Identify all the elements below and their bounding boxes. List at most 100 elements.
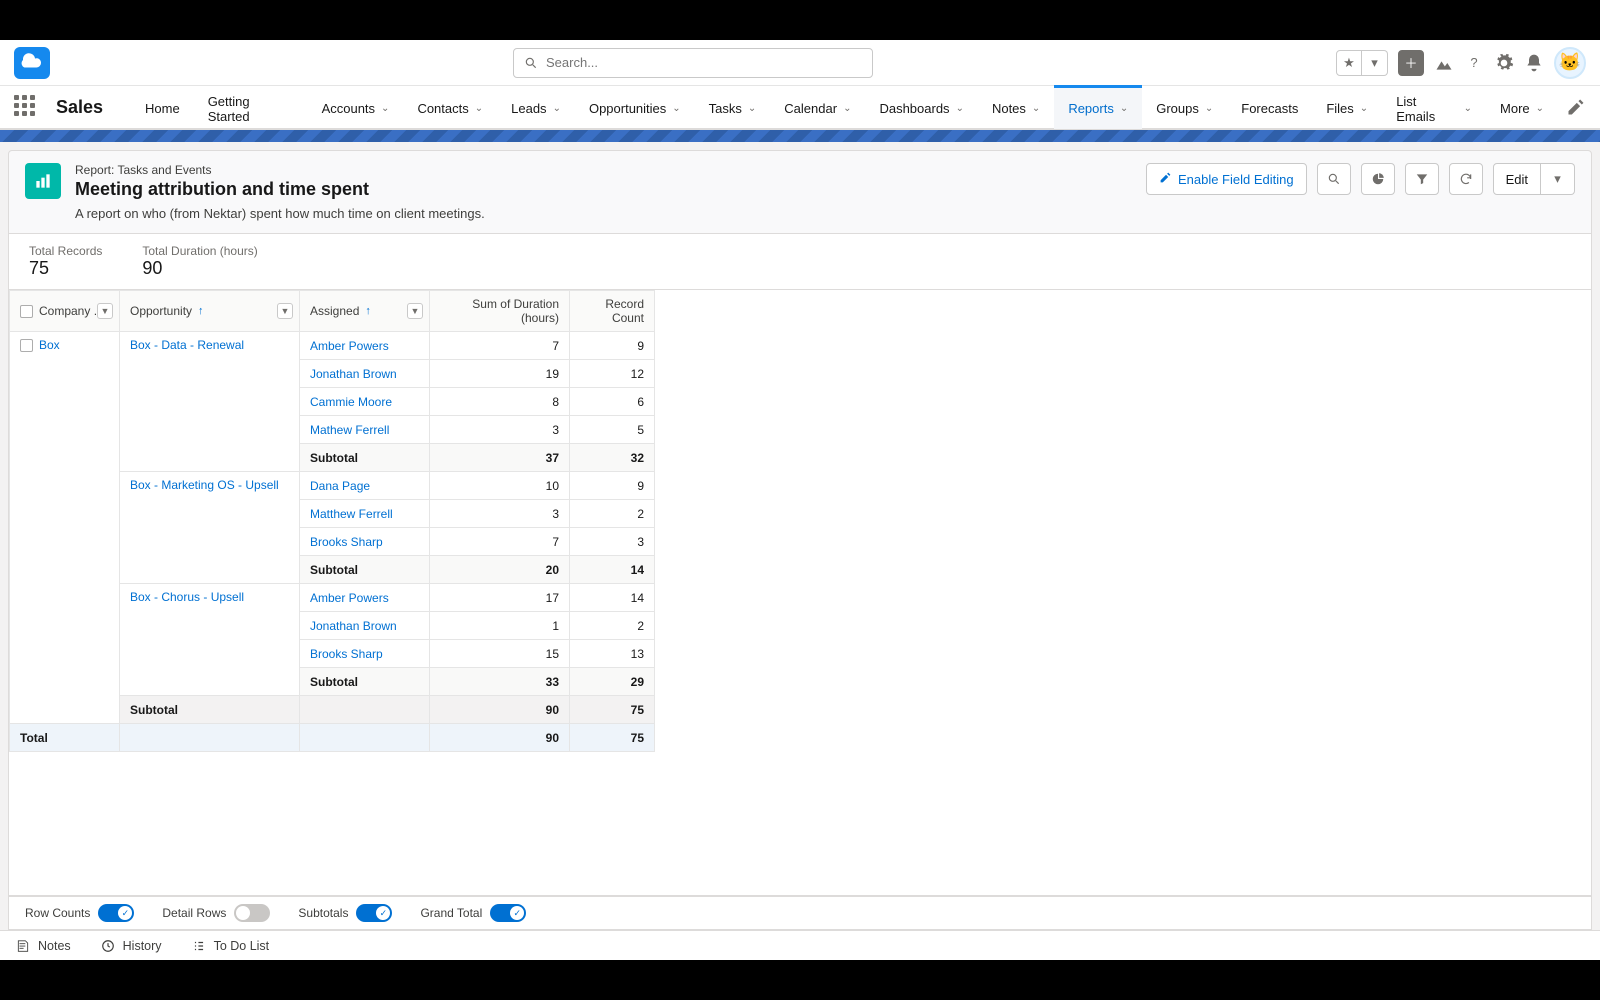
- select-all-checkbox[interactable]: [20, 305, 33, 318]
- setup-gear-icon[interactable]: [1494, 53, 1514, 73]
- nav-item-label: Tasks: [709, 101, 742, 116]
- cell[interactable]: Brooks Sharp: [300, 640, 430, 668]
- global-add-icon[interactable]: ＋: [1398, 50, 1424, 76]
- cell[interactable]: Jonathan Brown: [300, 360, 430, 388]
- opportunity-link[interactable]: Box - Chorus - Upsell: [130, 590, 244, 604]
- chevron-down-icon: ⌄: [1360, 103, 1368, 114]
- column-assigned[interactable]: Assigned ↑ ▼: [300, 291, 430, 332]
- edit-dropdown-button[interactable]: ▾: [1541, 163, 1575, 195]
- column-record-count[interactable]: Record Count: [570, 291, 655, 332]
- opportunity-cell: Box - Data - Renewal: [120, 332, 300, 472]
- company-link[interactable]: Box: [39, 338, 60, 352]
- summary-bar: Total Records 75 Total Duration (hours) …: [8, 234, 1592, 290]
- nav-item-label: List Emails: [1396, 94, 1457, 124]
- chart-toggle-button[interactable]: [1361, 163, 1395, 195]
- nav-item-accounts[interactable]: Accounts⌄: [308, 85, 404, 129]
- favorite-dropdown-icon[interactable]: ▾: [1362, 50, 1388, 76]
- cell[interactable]: Amber Powers: [300, 332, 430, 360]
- subtotals-toggle[interactable]: ✓: [356, 904, 392, 922]
- search-input[interactable]: [546, 55, 862, 70]
- cell[interactable]: Dana Page: [300, 472, 430, 500]
- enable-field-editing-button[interactable]: Enable Field Editing: [1146, 163, 1307, 195]
- nav-item-dashboards[interactable]: Dashboards⌄: [865, 85, 978, 129]
- record-link[interactable]: Jonathan Brown: [310, 619, 397, 633]
- edit-button[interactable]: Edit: [1493, 163, 1541, 195]
- record-link[interactable]: Matthew Ferrell: [310, 507, 393, 521]
- nav-item-calendar[interactable]: Calendar⌄: [770, 85, 865, 129]
- record-link[interactable]: Mathew Ferrell: [310, 423, 389, 437]
- total-records-value: 75: [29, 258, 102, 279]
- nav-item-leads[interactable]: Leads⌄: [497, 85, 575, 129]
- filter-button[interactable]: [1405, 163, 1439, 195]
- nav-item-contacts[interactable]: Contacts⌄: [403, 85, 497, 129]
- record-link[interactable]: Cammie Moore: [310, 395, 392, 409]
- nav-item-reports[interactable]: Reports⌄: [1054, 85, 1142, 129]
- app-launcher-icon[interactable]: [14, 95, 38, 119]
- record-link[interactable]: Dana Page: [310, 479, 370, 493]
- column-company-label: Company ...: [39, 304, 104, 318]
- chevron-down-icon: ⌄: [1032, 103, 1040, 114]
- salesforce-logo-icon[interactable]: [14, 47, 50, 79]
- row-checkbox[interactable]: [20, 339, 33, 352]
- cell[interactable]: Mathew Ferrell: [300, 416, 430, 444]
- column-assigned-menu-icon[interactable]: ▼: [407, 303, 423, 319]
- opportunity-link[interactable]: Box - Marketing OS - Upsell: [130, 478, 279, 492]
- refresh-button[interactable]: [1449, 163, 1483, 195]
- search-report-button[interactable]: [1317, 163, 1351, 195]
- column-company[interactable]: Company ... ▼: [10, 291, 120, 332]
- cell: 8: [430, 388, 570, 416]
- record-link[interactable]: Brooks Sharp: [310, 647, 383, 661]
- edit-nav-pencil-icon[interactable]: [1566, 97, 1586, 117]
- record-link[interactable]: Jonathan Brown: [310, 367, 397, 381]
- cell[interactable]: Amber Powers: [300, 584, 430, 612]
- grand-total-toggle[interactable]: ✓: [490, 904, 526, 922]
- user-avatar[interactable]: 🐱: [1554, 47, 1586, 79]
- favorite-star-icon[interactable]: ★: [1336, 50, 1362, 76]
- column-opportunity-label: Opportunity: [130, 304, 192, 318]
- global-header: ★ ▾ ＋ ? 🐱: [0, 40, 1600, 86]
- nav-item-forecasts[interactable]: Forecasts: [1227, 85, 1312, 129]
- sort-asc-icon: ↑: [198, 305, 204, 317]
- toggle-row-counts: Row Counts ✓: [25, 904, 134, 922]
- nav-item-label: Notes: [992, 101, 1026, 116]
- column-duration[interactable]: Sum of Duration (hours): [430, 291, 570, 332]
- grand-total-row: Total9075: [10, 724, 655, 752]
- nav-item-home[interactable]: Home: [131, 85, 194, 129]
- letterbox-top: [0, 0, 1600, 40]
- detail-rows-toggle[interactable]: [234, 904, 270, 922]
- nav-item-files[interactable]: Files⌄: [1312, 85, 1382, 129]
- nav-item-tasks[interactable]: Tasks⌄: [695, 85, 771, 129]
- column-company-menu-icon[interactable]: ▼: [97, 303, 113, 319]
- cell[interactable]: Brooks Sharp: [300, 528, 430, 556]
- utility-history[interactable]: History: [101, 939, 162, 953]
- report-type-icon: [25, 163, 61, 199]
- nav-item-getting-started[interactable]: Getting Started: [194, 85, 308, 129]
- row-counts-toggle[interactable]: ✓: [98, 904, 134, 922]
- letterbox-bottom: [0, 960, 1600, 1000]
- enable-field-editing-label: Enable Field Editing: [1178, 172, 1294, 187]
- cell: 17: [430, 584, 570, 612]
- cell[interactable]: Matthew Ferrell: [300, 500, 430, 528]
- nav-item-groups[interactable]: Groups⌄: [1142, 85, 1227, 129]
- global-search[interactable]: [513, 48, 873, 78]
- record-link[interactable]: Amber Powers: [310, 339, 389, 353]
- column-opportunity-menu-icon[interactable]: ▼: [277, 303, 293, 319]
- opportunity-link[interactable]: Box - Data - Renewal: [130, 338, 244, 352]
- record-link[interactable]: Brooks Sharp: [310, 535, 383, 549]
- nav-item-label: Home: [145, 101, 180, 116]
- utility-todo[interactable]: To Do List: [192, 939, 270, 953]
- cell[interactable]: Jonathan Brown: [300, 612, 430, 640]
- help-icon[interactable]: ?: [1464, 53, 1484, 73]
- nav-item-notes[interactable]: Notes ⌄: [978, 85, 1054, 129]
- utility-bar: Notes History To Do List: [0, 930, 1600, 960]
- record-link[interactable]: Amber Powers: [310, 591, 389, 605]
- trailhead-icon[interactable]: [1434, 53, 1454, 73]
- column-opportunity[interactable]: Opportunity ↑ ▼: [120, 291, 300, 332]
- notifications-bell-icon[interactable]: [1524, 53, 1544, 73]
- utility-notes[interactable]: Notes: [16, 939, 71, 953]
- nav-item-more[interactable]: More⌄: [1486, 85, 1558, 129]
- nav-item-label: Contacts: [417, 101, 468, 116]
- nav-item-list-emails[interactable]: List Emails⌄: [1382, 85, 1486, 129]
- cell[interactable]: Cammie Moore: [300, 388, 430, 416]
- nav-item-opportunities[interactable]: Opportunities⌄: [575, 85, 695, 129]
